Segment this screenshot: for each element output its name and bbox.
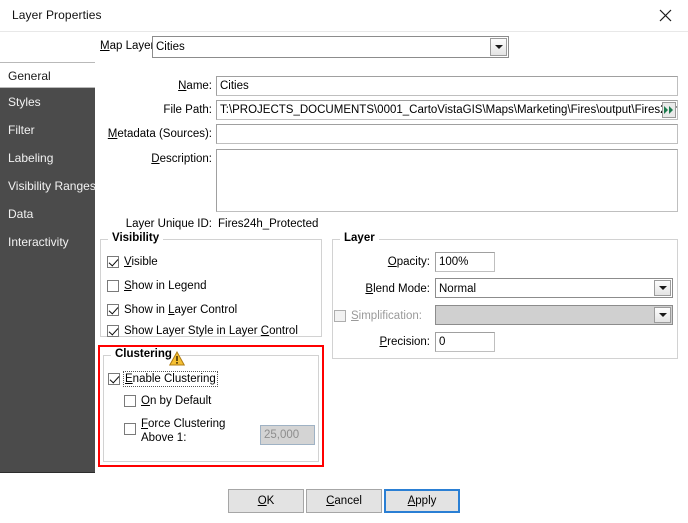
force-clustering-above-label: Force Clustering Above 1: [141, 418, 226, 444]
checkbox-force-clustering-above-box[interactable] [124, 423, 136, 435]
layer-unique-id-label: Layer Unique ID: [125, 218, 212, 230]
sidebar-item-visibility-ranges[interactable]: Visibility Ranges [0, 172, 96, 200]
clustering-group-title: Clustering [111, 348, 176, 360]
name-label: Name: [150, 80, 212, 92]
layer-unique-id-value: Fires24h_Protected [218, 218, 319, 230]
sidebar-item-filter[interactable]: Filter [0, 116, 95, 144]
checkbox-show-in-legend-box[interactable] [107, 280, 119, 292]
metadata-label-rest: etadata (Sources): [117, 128, 212, 140]
precision-label: Precision: [330, 336, 431, 348]
checkbox-force-clustering-above[interactable]: Force Clustering Above 1: [124, 417, 225, 445]
checkbox-visible-label: Visible [124, 256, 158, 268]
blend-mode-label-rest: lend Mode: [373, 283, 430, 295]
opacity-input[interactable]: 100% [435, 252, 495, 272]
title-bar: Layer Properties [0, 0, 688, 32]
metadata-label: Metadata (Sources): [100, 128, 212, 140]
precision-input[interactable]: 0 [435, 332, 495, 352]
scroll-right-icon[interactable] [662, 102, 676, 118]
close-button[interactable] [642, 0, 688, 31]
checkbox-show-in-layer-control[interactable]: Show in Layer Control [107, 303, 237, 317]
blend-mode-label: Blend Mode: [330, 283, 430, 295]
blend-mode-value: Normal [439, 283, 477, 295]
blend-mode-combobox[interactable]: Normal [435, 278, 673, 298]
checkbox-simplification[interactable]: Simplification: [334, 309, 422, 323]
checkbox-on-by-default[interactable]: On by Default [124, 394, 211, 408]
file-path-input[interactable]: T:\PROJECTS_DOCUMENTS\0001_CartoVistaGIS… [216, 100, 678, 120]
chevron-down-icon[interactable] [654, 280, 671, 296]
sidebar-item-interactivity[interactable]: Interactivity [0, 228, 95, 256]
checkbox-show-layer-style-in-layer-control-box[interactable] [107, 325, 119, 337]
checkbox-on-by-default-box[interactable] [124, 395, 136, 407]
checkbox-show-in-legend-label: Show in Legend [124, 280, 207, 292]
force-clustering-threshold-input[interactable]: 25,000 [260, 425, 315, 445]
layer-group-title: Layer [340, 232, 379, 244]
opacity-label: Opacity: [330, 256, 430, 268]
name-label-rest: ame: [186, 80, 212, 92]
enable-clustering-label: Enable Clustering [123, 371, 218, 387]
name-input[interactable]: Cities [216, 76, 678, 96]
sidebar-item-general[interactable]: General [0, 62, 95, 88]
map-layer-combobox[interactable]: Cities [152, 36, 509, 58]
simplification-label: Simplification: [351, 310, 422, 322]
ok-button[interactable]: OK [228, 489, 304, 513]
simplification-combobox[interactable] [435, 305, 673, 325]
description-textarea[interactable] [216, 149, 678, 212]
description-label-rest: escription: [159, 153, 212, 165]
map-layer-label-mnemonic: M [100, 40, 110, 52]
checkbox-show-layer-style-in-layer-control[interactable]: Show Layer Style in Layer Control [107, 324, 298, 338]
chevron-down-icon[interactable] [490, 38, 507, 56]
checkbox-show-in-layer-control-box[interactable] [107, 304, 119, 316]
window-title: Layer Properties [12, 8, 102, 22]
file-path-label: File Path: [163, 104, 212, 116]
metadata-input[interactable] [216, 124, 678, 144]
ok-button-label: OK [257, 495, 275, 507]
sidebar-item-data[interactable]: Data [0, 200, 95, 228]
apply-button-label: Apply [407, 495, 437, 507]
opacity-label-mnemonic: O [387, 256, 397, 268]
cancel-button[interactable]: Cancel [306, 489, 382, 513]
metadata-label-mnemonic: M [107, 128, 118, 140]
visibility-group-title: Visibility [108, 232, 164, 244]
checkbox-visible[interactable]: Visible [107, 255, 158, 269]
map-layer-label-rest: ap Layer: [109, 40, 158, 52]
checkbox-simplification-box[interactable] [334, 310, 346, 322]
map-layer-value: Cities [156, 41, 185, 53]
opacity-label-rest: pacity: [396, 256, 430, 268]
apply-button[interactable]: Apply [384, 489, 460, 513]
checkbox-visible-box[interactable] [107, 256, 119, 268]
description-label: Description: [130, 153, 212, 165]
checkbox-enable-clustering[interactable]: Enable Clustering [108, 371, 218, 387]
checkbox-show-in-legend[interactable]: Show in Legend [107, 279, 206, 293]
description-label-mnemonic: D [151, 153, 160, 165]
close-icon [659, 9, 672, 22]
sidebar-tabs: General Styles Filter Labeling Visibilit… [0, 62, 96, 473]
on-by-default-label: On by Default [141, 395, 212, 407]
checkbox-show-in-layer-control-label: Show in Layer Control [124, 304, 238, 316]
chevron-down-icon[interactable] [654, 307, 671, 323]
precision-label-rest: recision: [387, 336, 430, 348]
sidebar-item-labeling[interactable]: Labeling [0, 144, 95, 172]
checkbox-show-layer-style-in-layer-control-label: Show Layer Style in Layer Control [124, 325, 298, 337]
sidebar-item-styles[interactable]: Styles [0, 88, 95, 116]
map-layer-label: Map Layer: [100, 40, 158, 52]
blend-mode-label-mnemonic: B [365, 283, 374, 295]
cancel-button-label: Cancel [326, 495, 362, 507]
checkbox-enable-clustering-box[interactable] [108, 373, 120, 385]
warning-triangle-icon [168, 350, 186, 369]
